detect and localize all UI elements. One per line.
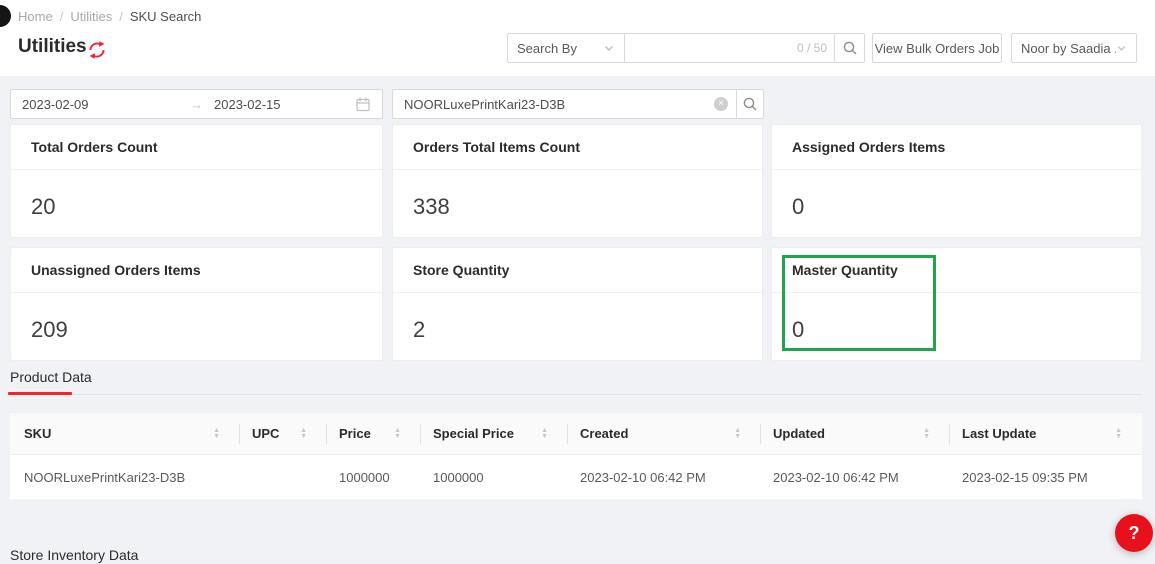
topbar: Home / Utilities / SKU Search Utilities … [0, 0, 1155, 76]
column-header-updated[interactable]: Updated ▲ ▼ [761, 413, 950, 454]
global-search-input[interactable]: 0 / 50 [624, 33, 836, 63]
stat-card-value: 338 [413, 194, 450, 219]
sku-search-input[interactable]: × [392, 89, 737, 119]
stat-card-value: 2 [413, 317, 426, 342]
column-label: Created [580, 426, 629, 441]
char-counter: 0 / 50 [796, 41, 827, 55]
view-bulk-orders-button[interactable]: View Bulk Orders Job [872, 33, 1002, 63]
column-label: Updated [773, 426, 825, 441]
calendar-icon [356, 97, 370, 112]
sidebar-toggle[interactable] [0, 5, 11, 27]
product-data-table: SKU ▲ ▼ UPC ▲ ▼ Price ▲ ▼ Special Price ▲ ▼ … [10, 413, 1142, 500]
stat-card-value: 0 [792, 194, 805, 219]
breadcrumb-separator: / [59, 9, 64, 24]
clear-icon[interactable]: × [714, 97, 728, 111]
stat-card-assigned-orders-items: Assigned Orders Items 0 [771, 124, 1142, 238]
sort-down-icon: ▼ [541, 432, 548, 440]
stat-card-title: Master Quantity [772, 248, 1141, 293]
sort-down-icon: ▼ [300, 432, 307, 440]
column-header-last-update[interactable]: Last Update ▲ ▼ [950, 413, 1142, 454]
search-icon [743, 97, 757, 111]
stat-card-title: Unassigned Orders Items [11, 248, 382, 293]
sort-down-icon: ▼ [213, 432, 220, 440]
sku-search-button[interactable] [736, 89, 764, 119]
column-header-upc[interactable]: UPC ▲ ▼ [240, 413, 327, 454]
stat-card-total-orders-count: Total Orders Count 20 [10, 124, 383, 238]
tab-bar-line [10, 394, 1142, 395]
stat-card-title: Orders Total Items Count [393, 125, 762, 170]
sort-icon[interactable]: ▲ ▼ [1115, 427, 1122, 440]
stat-card-title: Assigned Orders Items [772, 125, 1141, 170]
store-select-value: Noor by Saadia ... [1021, 40, 1117, 56]
stat-card-title: Store Quantity [393, 248, 762, 293]
stat-card-unassigned-orders-items: Unassigned Orders Items 209 [10, 247, 383, 361]
date-to[interactable]: 2023-02-15 [214, 97, 355, 112]
store-inventory-section-title: Store Inventory Data [10, 547, 139, 563]
cell-upc [240, 455, 327, 499]
stat-card-value: 0 [792, 317, 805, 342]
store-select[interactable]: Noor by Saadia ... [1011, 33, 1137, 63]
page-title: Utilities [18, 36, 87, 57]
breadcrumb-home[interactable]: Home [18, 9, 53, 24]
help-button[interactable]: ? [1115, 514, 1153, 552]
search-by-value: Search By [517, 40, 577, 56]
sort-icon[interactable]: ▲ ▼ [213, 427, 220, 440]
column-label: SKU [24, 426, 52, 441]
stat-card-master-quantity: Master Quantity 0 [771, 247, 1142, 361]
sort-down-icon: ▼ [734, 432, 741, 440]
search-icon [843, 41, 856, 55]
stat-card-value: 209 [31, 317, 68, 342]
column-header-special-price[interactable]: Special Price ▲ ▼ [421, 413, 568, 454]
cell-updated: 2023-02-10 06:42 PM [773, 469, 899, 485]
column-header-price[interactable]: Price ▲ ▼ [327, 413, 421, 454]
sort-down-icon: ▼ [394, 432, 401, 440]
sort-icon[interactable]: ▲ ▼ [923, 427, 930, 440]
sort-icon[interactable]: ▲ ▼ [734, 427, 741, 440]
column-label: UPC [252, 426, 280, 441]
column-label: Special Price [433, 426, 514, 441]
cell-created: 2023-02-10 06:42 PM [580, 469, 706, 485]
stat-card-orders-total-items-count: Orders Total Items Count 338 [392, 124, 763, 238]
date-from[interactable]: 2023-02-09 [22, 97, 190, 112]
sort-icon[interactable]: ▲ ▼ [541, 427, 548, 440]
stat-card-value: 20 [31, 194, 56, 219]
sync-icon [89, 41, 105, 59]
sort-icon[interactable]: ▲ ▼ [300, 427, 307, 440]
sort-down-icon: ▼ [1115, 432, 1122, 440]
range-arrow-icon: → [190, 96, 203, 112]
global-search-field[interactable] [633, 40, 791, 56]
sort-icon[interactable]: ▲ ▼ [394, 427, 401, 440]
breadcrumb-utilities[interactable]: Utilities [70, 9, 112, 24]
chevron-down-icon [605, 46, 613, 51]
breadcrumb-separator: / [119, 9, 123, 24]
sku-field[interactable] [404, 96, 714, 112]
tab-active-indicator [8, 392, 72, 395]
cell-sku: NOORLuxePrintKari23-D3B [24, 469, 186, 485]
breadcrumb: Home / Utilities / SKU Search [18, 9, 201, 24]
stat-card-title: Total Orders Count [11, 125, 382, 170]
cell-special-price: 1000000 [433, 469, 484, 485]
chevron-down-icon [1117, 46, 1126, 51]
tab-product-data[interactable]: Product Data [10, 369, 92, 385]
table-row[interactable]: NOORLuxePrintKari23-D3B 1000000 1000000 … [10, 455, 1142, 500]
cell-last-update: 2023-02-15 09:35 PM [962, 469, 1088, 485]
column-header-sku[interactable]: SKU ▲ ▼ [10, 413, 240, 454]
global-search-button[interactable] [834, 33, 865, 63]
stat-card-store-quantity: Store Quantity 2 [392, 247, 763, 361]
column-label: Last Update [962, 426, 1037, 441]
cell-price: 1000000 [339, 469, 390, 485]
date-range-picker[interactable]: 2023-02-09 → 2023-02-15 [10, 89, 383, 119]
refresh-button[interactable] [88, 41, 106, 59]
column-header-created[interactable]: Created ▲ ▼ [568, 413, 761, 454]
table-header-row: SKU ▲ ▼ UPC ▲ ▼ Price ▲ ▼ Special Price ▲ ▼ … [10, 413, 1142, 455]
sort-down-icon: ▼ [923, 432, 930, 440]
breadcrumb-sku-search: SKU Search [129, 9, 202, 24]
column-label: Price [339, 426, 371, 441]
sku-search-page: Home / Utilities / SKU Search Utilities … [0, 0, 1155, 564]
search-by-select[interactable]: Search By [507, 33, 625, 63]
